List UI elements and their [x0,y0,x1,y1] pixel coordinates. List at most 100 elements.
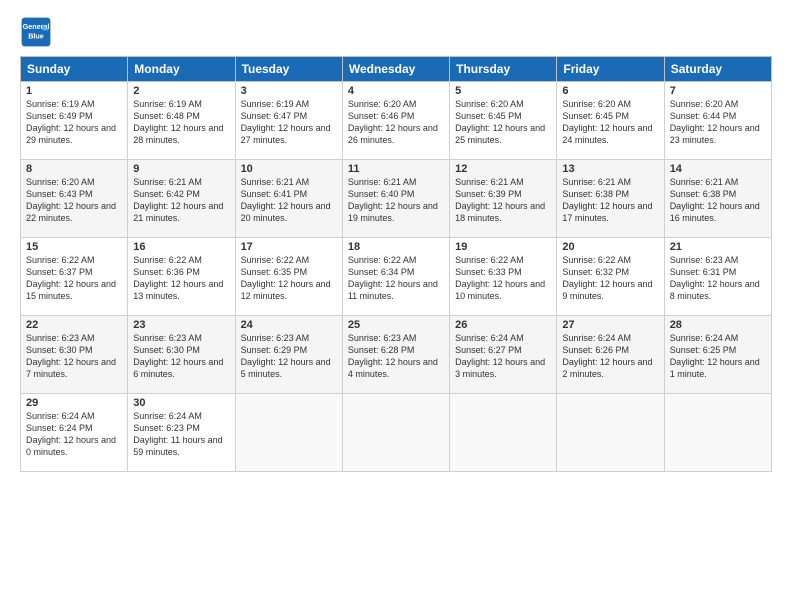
day-info: Sunrise: 6:22 AMSunset: 6:33 PMDaylight:… [455,255,545,301]
calendar-cell: 28 Sunrise: 6:24 AMSunset: 6:25 PMDaylig… [664,316,771,394]
day-info: Sunrise: 6:19 AMSunset: 6:48 PMDaylight:… [133,99,223,145]
day-number: 14 [670,163,766,175]
day-number: 15 [26,241,122,253]
day-number: 12 [455,163,551,175]
day-number: 22 [26,319,122,331]
weekday-header-monday: Monday [128,57,235,82]
day-number: 8 [26,163,122,175]
day-info: Sunrise: 6:21 AMSunset: 6:41 PMDaylight:… [241,177,331,223]
day-number: 2 [133,85,229,97]
weekday-header-row: SundayMondayTuesdayWednesdayThursdayFrid… [21,57,772,82]
day-number: 13 [562,163,658,175]
day-info: Sunrise: 6:21 AMSunset: 6:38 PMDaylight:… [670,177,760,223]
calendar-cell: 27 Sunrise: 6:24 AMSunset: 6:26 PMDaylig… [557,316,664,394]
week-row-1: 1 Sunrise: 6:19 AMSunset: 6:49 PMDayligh… [21,82,772,160]
calendar-cell: 21 Sunrise: 6:23 AMSunset: 6:31 PMDaylig… [664,238,771,316]
calendar-cell: 13 Sunrise: 6:21 AMSunset: 6:38 PMDaylig… [557,160,664,238]
day-info: Sunrise: 6:19 AMSunset: 6:47 PMDaylight:… [241,99,331,145]
calendar-cell: 3 Sunrise: 6:19 AMSunset: 6:47 PMDayligh… [235,82,342,160]
calendar-cell: 19 Sunrise: 6:22 AMSunset: 6:33 PMDaylig… [450,238,557,316]
day-number: 4 [348,85,444,97]
header: General Blue [20,16,772,48]
logo-icon: General Blue [20,16,52,48]
day-number: 20 [562,241,658,253]
calendar-cell: 26 Sunrise: 6:24 AMSunset: 6:27 PMDaylig… [450,316,557,394]
day-number: 29 [26,397,122,409]
day-number: 10 [241,163,337,175]
calendar-cell: 4 Sunrise: 6:20 AMSunset: 6:46 PMDayligh… [342,82,449,160]
weekday-header-wednesday: Wednesday [342,57,449,82]
day-number: 17 [241,241,337,253]
weekday-header-thursday: Thursday [450,57,557,82]
day-number: 18 [348,241,444,253]
day-info: Sunrise: 6:23 AMSunset: 6:30 PMDaylight:… [26,333,116,379]
day-number: 21 [670,241,766,253]
day-number: 19 [455,241,551,253]
calendar-cell: 2 Sunrise: 6:19 AMSunset: 6:48 PMDayligh… [128,82,235,160]
logo: General Blue [20,16,56,48]
day-number: 5 [455,85,551,97]
day-info: Sunrise: 6:23 AMSunset: 6:30 PMDaylight:… [133,333,223,379]
calendar-cell: 8 Sunrise: 6:20 AMSunset: 6:43 PMDayligh… [21,160,128,238]
calendar-cell [235,394,342,472]
calendar-cell [450,394,557,472]
day-number: 1 [26,85,122,97]
day-info: Sunrise: 6:22 AMSunset: 6:34 PMDaylight:… [348,255,438,301]
day-number: 25 [348,319,444,331]
day-info: Sunrise: 6:20 AMSunset: 6:43 PMDaylight:… [26,177,116,223]
day-number: 16 [133,241,229,253]
calendar-cell: 20 Sunrise: 6:22 AMSunset: 6:32 PMDaylig… [557,238,664,316]
calendar-cell: 1 Sunrise: 6:19 AMSunset: 6:49 PMDayligh… [21,82,128,160]
calendar-cell: 16 Sunrise: 6:22 AMSunset: 6:36 PMDaylig… [128,238,235,316]
calendar-cell: 23 Sunrise: 6:23 AMSunset: 6:30 PMDaylig… [128,316,235,394]
day-number: 28 [670,319,766,331]
day-number: 3 [241,85,337,97]
day-number: 24 [241,319,337,331]
page: General Blue SundayMondayTuesdayWednesda… [0,0,792,612]
calendar-cell: 10 Sunrise: 6:21 AMSunset: 6:41 PMDaylig… [235,160,342,238]
day-info: Sunrise: 6:23 AMSunset: 6:28 PMDaylight:… [348,333,438,379]
week-row-4: 22 Sunrise: 6:23 AMSunset: 6:30 PMDaylig… [21,316,772,394]
week-row-3: 15 Sunrise: 6:22 AMSunset: 6:37 PMDaylig… [21,238,772,316]
day-number: 7 [670,85,766,97]
day-info: Sunrise: 6:21 AMSunset: 6:38 PMDaylight:… [562,177,652,223]
day-info: Sunrise: 6:24 AMSunset: 6:24 PMDaylight:… [26,411,116,457]
calendar-cell: 9 Sunrise: 6:21 AMSunset: 6:42 PMDayligh… [128,160,235,238]
calendar-cell: 5 Sunrise: 6:20 AMSunset: 6:45 PMDayligh… [450,82,557,160]
day-info: Sunrise: 6:22 AMSunset: 6:37 PMDaylight:… [26,255,116,301]
day-number: 9 [133,163,229,175]
weekday-header-friday: Friday [557,57,664,82]
calendar-cell [664,394,771,472]
calendar-cell [557,394,664,472]
calendar-cell: 15 Sunrise: 6:22 AMSunset: 6:37 PMDaylig… [21,238,128,316]
day-info: Sunrise: 6:21 AMSunset: 6:39 PMDaylight:… [455,177,545,223]
day-info: Sunrise: 6:24 AMSunset: 6:26 PMDaylight:… [562,333,652,379]
day-number: 11 [348,163,444,175]
day-info: Sunrise: 6:19 AMSunset: 6:49 PMDaylight:… [26,99,116,145]
week-row-5: 29 Sunrise: 6:24 AMSunset: 6:24 PMDaylig… [21,394,772,472]
day-info: Sunrise: 6:24 AMSunset: 6:23 PMDaylight:… [133,411,222,457]
day-info: Sunrise: 6:23 AMSunset: 6:31 PMDaylight:… [670,255,760,301]
calendar-cell: 30 Sunrise: 6:24 AMSunset: 6:23 PMDaylig… [128,394,235,472]
calendar-cell: 29 Sunrise: 6:24 AMSunset: 6:24 PMDaylig… [21,394,128,472]
day-info: Sunrise: 6:21 AMSunset: 6:40 PMDaylight:… [348,177,438,223]
calendar-cell: 17 Sunrise: 6:22 AMSunset: 6:35 PMDaylig… [235,238,342,316]
calendar-cell [342,394,449,472]
calendar-cell: 25 Sunrise: 6:23 AMSunset: 6:28 PMDaylig… [342,316,449,394]
calendar-cell: 14 Sunrise: 6:21 AMSunset: 6:38 PMDaylig… [664,160,771,238]
calendar-cell: 22 Sunrise: 6:23 AMSunset: 6:30 PMDaylig… [21,316,128,394]
day-info: Sunrise: 6:20 AMSunset: 6:45 PMDaylight:… [562,99,652,145]
calendar-cell: 24 Sunrise: 6:23 AMSunset: 6:29 PMDaylig… [235,316,342,394]
weekday-header-sunday: Sunday [21,57,128,82]
day-info: Sunrise: 6:22 AMSunset: 6:36 PMDaylight:… [133,255,223,301]
calendar-body: 1 Sunrise: 6:19 AMSunset: 6:49 PMDayligh… [21,82,772,472]
day-number: 26 [455,319,551,331]
day-info: Sunrise: 6:24 AMSunset: 6:27 PMDaylight:… [455,333,545,379]
calendar-cell: 6 Sunrise: 6:20 AMSunset: 6:45 PMDayligh… [557,82,664,160]
calendar-cell: 7 Sunrise: 6:20 AMSunset: 6:44 PMDayligh… [664,82,771,160]
weekday-header-saturday: Saturday [664,57,771,82]
calendar-cell: 18 Sunrise: 6:22 AMSunset: 6:34 PMDaylig… [342,238,449,316]
day-info: Sunrise: 6:23 AMSunset: 6:29 PMDaylight:… [241,333,331,379]
day-info: Sunrise: 6:21 AMSunset: 6:42 PMDaylight:… [133,177,223,223]
day-number: 23 [133,319,229,331]
